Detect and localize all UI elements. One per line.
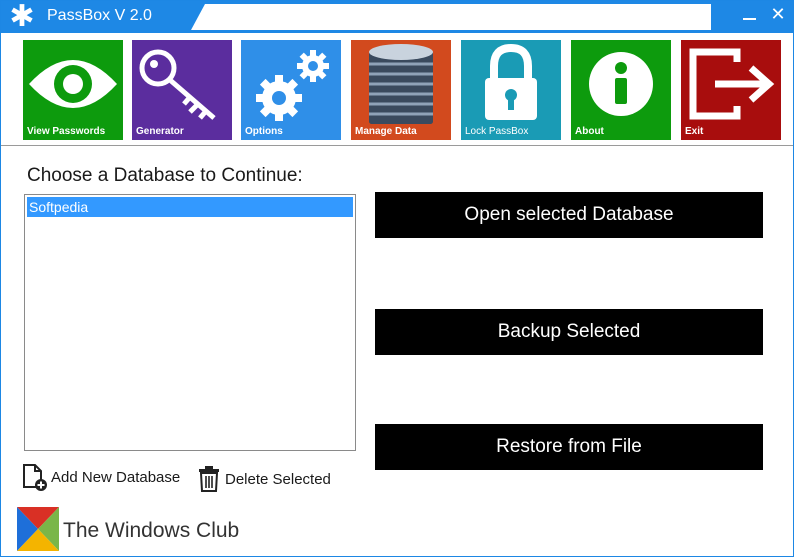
restore-from-file-button[interactable]: Restore from File — [375, 424, 763, 470]
about-label: About — [575, 126, 604, 137]
toolbar-divider — [1, 145, 793, 146]
database-icon — [369, 44, 433, 124]
title-bar[interactable]: ✱ PassBox V 2.0 ✕ — [1, 1, 793, 33]
delete-selected-button[interactable]: Delete Selected — [196, 463, 346, 493]
add-database-label: Add New Database — [51, 469, 181, 486]
key-icon — [139, 49, 216, 120]
exit-tile[interactable]: Exit — [681, 40, 781, 140]
brand-text: The Windows Club — [63, 519, 240, 542]
manage-data-label: Manage Data — [355, 126, 417, 137]
eye-icon — [29, 60, 117, 108]
generator-tile[interactable]: Generator — [132, 40, 232, 140]
about-tile[interactable]: About — [571, 40, 671, 140]
asterisk-icon: ✱ — [9, 0, 35, 34]
close-button[interactable]: ✕ — [767, 3, 789, 27]
exit-icon — [689, 48, 775, 120]
view-passwords-label: View Passwords — [27, 126, 106, 137]
lock-passbox-tile[interactable]: Lock PassBox — [461, 40, 561, 140]
manage-data-tile[interactable]: Manage Data — [351, 40, 451, 140]
window-title: PassBox V 2.0 — [47, 7, 152, 24]
trash-icon — [199, 466, 219, 492]
toolbar: View Passwords Generator Options Manage … — [1, 33, 793, 145]
view-passwords-tile[interactable]: View Passwords — [23, 40, 123, 140]
choose-database-label: Choose a Database to Continue: — [27, 165, 303, 186]
title-decoration — [191, 4, 711, 30]
brand-footer: The Windows Club — [17, 507, 277, 553]
backup-selected-button[interactable]: Backup Selected — [375, 309, 763, 355]
add-file-icon — [23, 464, 47, 491]
options-label: Options — [245, 126, 283, 137]
gears-icon — [256, 50, 329, 121]
database-list[interactable]: Softpedia — [24, 194, 356, 451]
delete-selected-label: Delete Selected — [225, 471, 331, 488]
open-database-button[interactable]: Open selected Database — [375, 192, 763, 238]
options-tile[interactable]: Options — [241, 40, 341, 140]
info-icon — [589, 52, 653, 116]
generator-label: Generator — [136, 126, 184, 137]
list-item[interactable]: Softpedia — [27, 197, 353, 217]
padlock-icon — [485, 43, 537, 120]
exit-label: Exit — [685, 126, 704, 137]
add-database-button[interactable]: Add New Database — [21, 463, 191, 493]
windows-club-logo — [17, 507, 59, 551]
app-window: ✱ PassBox V 2.0 ✕ View Passwords Generat… — [0, 0, 794, 557]
lock-passbox-label: Lock PassBox — [465, 126, 529, 137]
minimize-button[interactable] — [739, 5, 761, 27]
